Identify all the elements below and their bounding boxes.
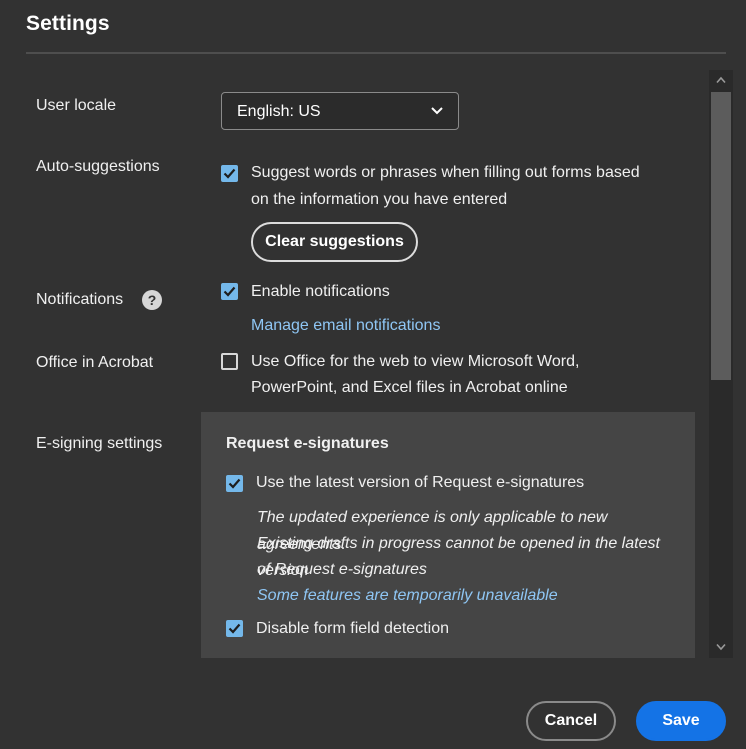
checkmark-icon bbox=[228, 623, 241, 634]
dialog-title: Settings bbox=[26, 12, 110, 35]
user-locale-select[interactable]: English: US bbox=[221, 92, 459, 130]
vertical-scrollbar[interactable] bbox=[709, 70, 733, 658]
question-circle-icon[interactable]: ? bbox=[142, 290, 162, 310]
disable-detection-label: Disable form field detection bbox=[256, 620, 449, 637]
checkmark-icon bbox=[223, 168, 236, 179]
e-signing-settings-label: E-signing settings bbox=[36, 435, 163, 452]
save-button[interactable]: Save bbox=[636, 701, 726, 741]
features-unavailable-link[interactable]: Some features are temporarily unavailabl… bbox=[257, 587, 558, 605]
user-locale-label: User locale bbox=[36, 97, 117, 114]
user-locale-value: English: US bbox=[237, 103, 321, 120]
auto-suggestions-text-line2: on the information you have entered bbox=[251, 191, 508, 208]
office-in-acrobat-checkbox[interactable] bbox=[221, 353, 238, 370]
request-esignatures-heading: Request e-signatures bbox=[226, 435, 389, 452]
latest-version-label: Use the latest version of Request e-sign… bbox=[256, 474, 585, 491]
notifications-label: Notifications bbox=[36, 291, 124, 308]
auto-suggestions-text-line1: Suggest words or phrases when filling ou… bbox=[251, 164, 640, 181]
scrollbar-thumb[interactable] bbox=[711, 92, 731, 380]
scroll-down-icon[interactable] bbox=[716, 643, 726, 651]
esign-note-line3: of Request e-signatures bbox=[257, 561, 427, 578]
auto-suggestions-label: Auto-suggestions bbox=[36, 158, 160, 175]
clear-suggestions-button[interactable]: Clear suggestions bbox=[251, 222, 418, 262]
chevron-down-icon bbox=[431, 107, 443, 115]
scroll-up-icon[interactable] bbox=[716, 76, 726, 84]
manage-email-notifications-link[interactable]: Manage email notifications bbox=[251, 317, 440, 335]
disable-detection-checkbox[interactable] bbox=[226, 620, 243, 637]
checkmark-icon bbox=[228, 478, 241, 489]
title-divider bbox=[26, 52, 726, 54]
e-signing-panel: Request e-signatures Use the latest vers… bbox=[201, 412, 695, 658]
enable-notifications-checkbox[interactable] bbox=[221, 283, 238, 300]
office-text-line2: PowerPoint, and Excel files in Acrobat o… bbox=[251, 379, 568, 396]
settings-content: User locale English: US Auto-suggestions… bbox=[0, 70, 708, 658]
office-text-line1: Use Office for the web to view Microsoft… bbox=[251, 353, 580, 370]
office-in-acrobat-label: Office in Acrobat bbox=[36, 354, 154, 371]
enable-notifications-label: Enable notifications bbox=[251, 283, 390, 300]
latest-version-checkbox[interactable] bbox=[226, 475, 243, 492]
checkmark-icon bbox=[223, 286, 236, 297]
cancel-button[interactable]: Cancel bbox=[526, 701, 616, 741]
auto-suggestions-checkbox[interactable] bbox=[221, 165, 238, 182]
